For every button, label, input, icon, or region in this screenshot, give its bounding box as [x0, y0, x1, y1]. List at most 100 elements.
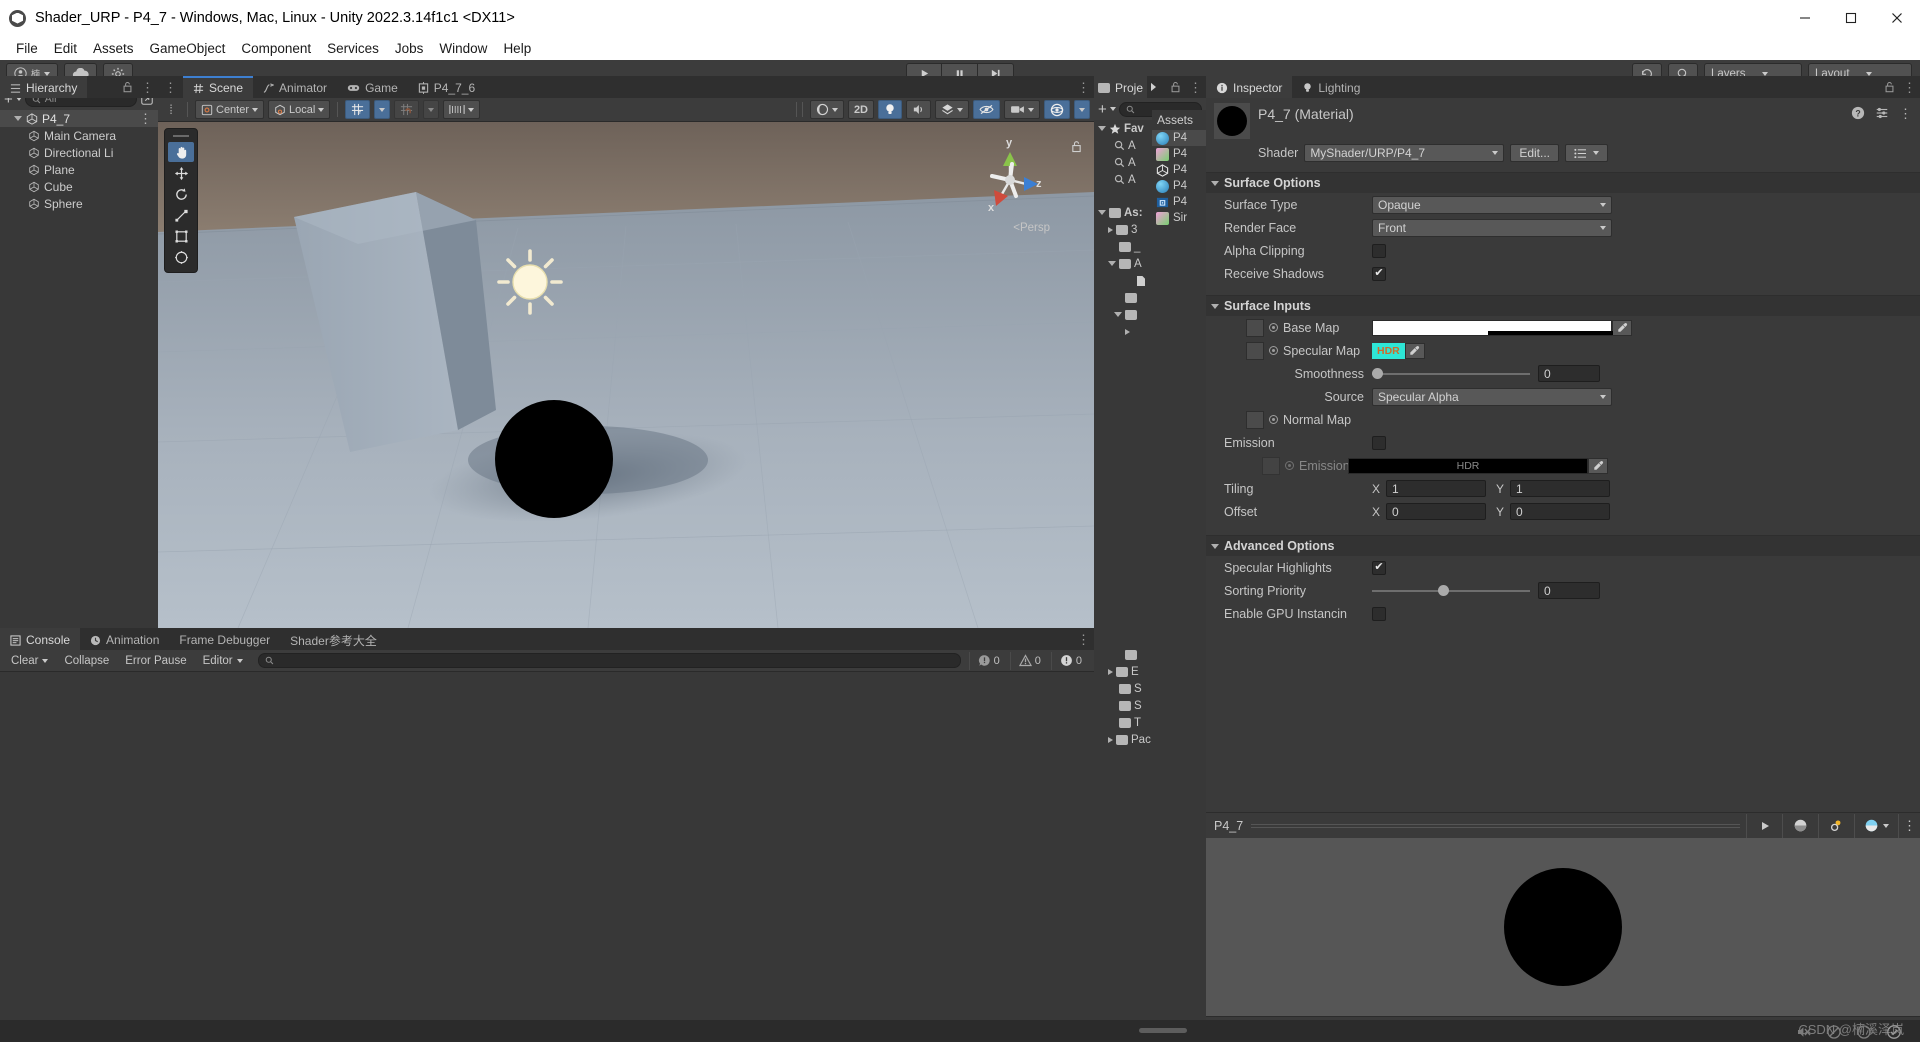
preview-play-button[interactable] [1746, 813, 1782, 838]
offset-x-field[interactable]: 0 [1386, 503, 1486, 520]
scene-panel-menu-icon[interactable]: ⋮ [158, 76, 183, 98]
scene-2d-toggle[interactable]: 2D [847, 100, 874, 119]
hierarchy-item-sphere[interactable]: Sphere [0, 195, 158, 212]
scene-visibility-toggle[interactable] [973, 100, 1000, 119]
base-map-eyedropper-icon[interactable] [1612, 319, 1632, 336]
normal-map-texture-slot[interactable] [1246, 410, 1264, 429]
hierarchy-root-scene[interactable]: P4_7 ⋮ [0, 110, 158, 127]
scene-view-gizmo[interactable]: y z x [972, 137, 1048, 216]
asset-item[interactable]: Sir [1152, 210, 1206, 226]
collapse-button[interactable]: Collapse [57, 653, 116, 669]
hierarchy-item-cube[interactable]: Cube [0, 178, 158, 195]
specular-eyedropper-icon[interactable] [1404, 342, 1425, 359]
emission-color-field[interactable]: HDR [1348, 457, 1588, 474]
tree-expand-icon[interactable] [1114, 312, 1122, 317]
project-tree-item[interactable]: S [1094, 680, 1206, 697]
section-advanced-options[interactable]: Advanced Options [1206, 535, 1920, 556]
project-tree-item[interactable]: T [1094, 714, 1206, 731]
collab-icon[interactable] [1826, 1024, 1842, 1040]
hierarchy-menu-icon[interactable]: ⋮ [141, 81, 154, 94]
smoothness-slider-knob[interactable] [1372, 368, 1383, 379]
tab-lighting[interactable]: Lighting [1292, 76, 1370, 98]
scene-options-menu-icon[interactable]: ⋮ [1077, 81, 1090, 94]
emission-map-texture-slot[interactable] [1262, 456, 1280, 475]
clear-chevron-down-icon[interactable] [42, 658, 49, 663]
console-search-input[interactable] [257, 653, 961, 668]
tree-expand-icon[interactable] [1108, 668, 1113, 675]
scene-lighting-toggle[interactable] [878, 100, 902, 119]
surface-options-expand-icon[interactable] [1211, 180, 1219, 186]
tree-expand-icon[interactable] [1108, 226, 1113, 233]
hierarchy-item-plane[interactable]: Plane [0, 161, 158, 178]
preset-icon[interactable] [1875, 106, 1889, 120]
project-tab-overflow-icon[interactable] [1147, 76, 1160, 98]
gpu-instancing-checkbox[interactable] [1372, 606, 1386, 621]
preview-menu-icon[interactable]: ⋮ [1898, 813, 1920, 838]
gizmos-dropdown[interactable] [1074, 100, 1090, 119]
smoothness-slider[interactable] [1372, 368, 1530, 379]
surface-type-dropdown[interactable]: Opaque [1372, 195, 1612, 214]
transform-tool-button[interactable] [168, 247, 194, 267]
vertex-snapping-dropdown[interactable] [423, 100, 440, 119]
close-button[interactable] [1874, 0, 1920, 36]
clear-button[interactable]: Clear [4, 653, 55, 669]
project-menu-icon[interactable]: ⋮ [1189, 81, 1202, 94]
shader-variant-button[interactable] [1565, 144, 1608, 162]
surface-inputs-expand-icon[interactable] [1211, 303, 1219, 309]
error-pause-button[interactable]: Error Pause [118, 653, 193, 669]
source-dropdown[interactable]: Specular Alpha [1372, 387, 1612, 406]
tiling-y-field[interactable]: 1 [1510, 480, 1610, 497]
emission-checkbox[interactable] [1372, 435, 1386, 450]
scene-projection-label[interactable]: <Persp [1013, 222, 1050, 234]
tab-animation[interactable]: Animation [80, 628, 169, 650]
menu-edit[interactable]: Edit [46, 39, 85, 58]
edit-shader-button[interactable]: Edit... [1510, 144, 1559, 162]
tree-expand-icon[interactable] [1108, 736, 1113, 743]
normal-map-target-icon[interactable] [1269, 415, 1278, 424]
rotate-tool-button[interactable] [168, 184, 194, 204]
menu-jobs[interactable]: Jobs [387, 39, 432, 58]
project-tree-item[interactable]: S [1094, 697, 1206, 714]
sorting-priority-slider[interactable] [1372, 585, 1530, 596]
scene-viewport[interactable]: y z x <Persp [158, 122, 1094, 628]
scene-audio-toggle[interactable] [906, 100, 931, 119]
hierarchy-item-main-camera[interactable]: Main Camera [0, 127, 158, 144]
ready-check-icon[interactable] [1886, 1024, 1902, 1040]
tree-expand-icon[interactable] [1108, 261, 1116, 266]
scene-gizmos-toggle[interactable] [1044, 100, 1070, 119]
scene-menu-icon[interactable]: ⋮ [139, 112, 152, 125]
palette-drag-handle[interactable] [173, 135, 189, 137]
pivot-rotation-button[interactable]: Local [268, 100, 331, 119]
scene-expand-triangle-icon[interactable] [14, 116, 22, 121]
vertex-snapping-button[interactable] [394, 100, 420, 119]
project-tree-item[interactable]: E [1094, 663, 1206, 680]
pivot-mode-button[interactable]: Center [195, 100, 265, 119]
favorites-expand-icon[interactable] [1098, 126, 1106, 131]
move-tool-button[interactable] [168, 163, 194, 183]
asset-item[interactable]: P4 [1152, 194, 1206, 210]
offset-y-field[interactable]: 0 [1510, 503, 1610, 520]
menu-file[interactable]: File [8, 39, 46, 58]
tab-console[interactable]: Console [0, 628, 81, 650]
lock-icon[interactable] [1170, 81, 1181, 93]
specular-map-target-icon[interactable] [1269, 346, 1278, 355]
preview-environment-button[interactable] [1854, 813, 1898, 838]
advanced-options-expand-icon[interactable] [1211, 543, 1219, 549]
tiling-x-field[interactable]: 1 [1386, 480, 1486, 497]
editor-dropdown[interactable]: Editor [196, 653, 250, 669]
hand-tool-button[interactable] [168, 142, 194, 162]
grid-size-button[interactable] [443, 100, 481, 119]
scene-camera-lock-icon[interactable] [1071, 140, 1082, 158]
minimize-button[interactable] [1782, 0, 1828, 36]
tree-expand-icon[interactable] [1125, 328, 1130, 335]
menu-window[interactable]: Window [431, 39, 495, 58]
menu-gameobject[interactable]: GameObject [142, 39, 234, 58]
menu-component[interactable]: Component [233, 39, 319, 58]
asset-item[interactable]: P4 [1152, 162, 1206, 178]
section-surface-options[interactable]: Surface Options [1206, 172, 1920, 193]
specular-hdr-badge[interactable]: HDR [1372, 342, 1405, 359]
tab-scene[interactable]: Scene [183, 76, 254, 98]
tab-frame-debugger[interactable]: Frame Debugger [169, 628, 280, 650]
grid-snapping-button[interactable]: Y [345, 100, 371, 119]
console-log-list[interactable] [0, 672, 1094, 1042]
